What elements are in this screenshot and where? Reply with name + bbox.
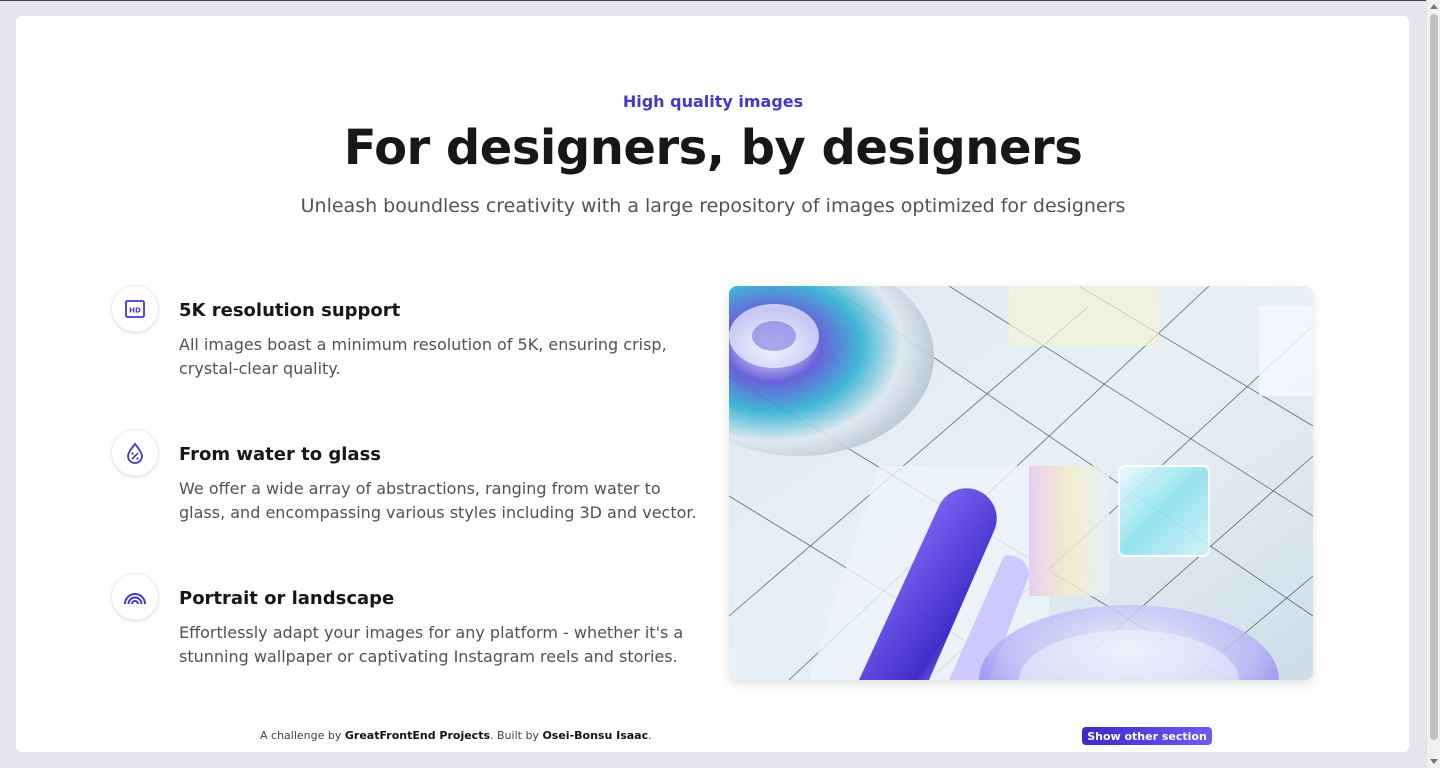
- show-other-section-button[interactable]: Show other section: [1082, 727, 1212, 745]
- challenge-author-link[interactable]: GreatFrontEnd Projects: [345, 729, 490, 742]
- eyebrow-label: High quality images: [622, 92, 804, 111]
- page-subtitle: Unleash boundless creativity with a larg…: [300, 195, 1126, 217]
- feature-title: From water to glass: [179, 444, 382, 465]
- scroll-thumb[interactable]: [1430, 14, 1438, 740]
- page-title: For designers, by designers: [343, 120, 1083, 176]
- rainbow-icon: [112, 574, 158, 620]
- feature-description: We offer a wide array of abstractions, r…: [179, 479, 697, 522]
- feature-title: Portrait or landscape: [179, 588, 395, 609]
- abstract-glass-image: [729, 286, 1313, 680]
- drop-percent-icon: [112, 430, 158, 476]
- scrollbar[interactable]: [1426, 0, 1440, 768]
- builder-link[interactable]: Osei-Bonsu Isaac: [542, 729, 648, 742]
- footer-middle: . Built by: [490, 729, 543, 742]
- footer-prefix: A challenge by: [260, 729, 345, 742]
- feature-title: 5K resolution support: [179, 300, 401, 321]
- scroll-down-icon[interactable]: [1430, 759, 1438, 764]
- feature-description: Effortlessly adapt your images for any p…: [179, 623, 684, 666]
- scroll-up-icon[interactable]: [1430, 4, 1438, 9]
- svg-text:HD: HD: [129, 307, 141, 315]
- hd-icon: HD: [112, 286, 158, 332]
- browser-top-border: [0, 0, 1440, 1]
- footer-credits: A challenge by GreatFrontEnd Projects. B…: [260, 729, 652, 742]
- feature-description: All images boast a minimum resolution of…: [179, 335, 667, 378]
- footer-suffix: .: [648, 729, 652, 742]
